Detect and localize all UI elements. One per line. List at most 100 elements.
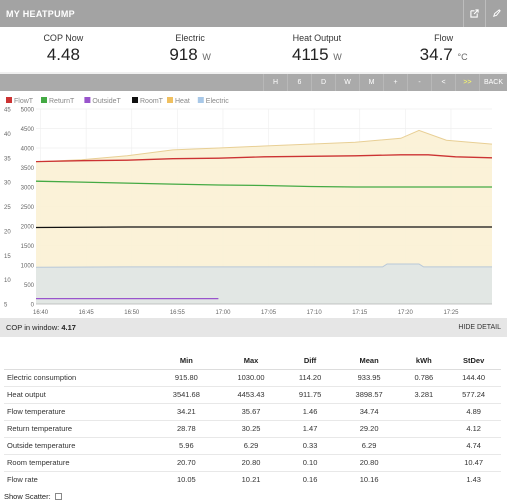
y-right-tick: 35 <box>4 156 11 162</box>
y-left-tick: 5000 <box>21 108 35 114</box>
y-right-tick: 40 <box>4 132 11 138</box>
legend-label: Heat <box>175 98 190 105</box>
y-right-tick: 25 <box>4 205 11 211</box>
table-cell <box>401 402 447 420</box>
y-right-tick: 5 <box>4 303 8 309</box>
pan-left-button[interactable]: < <box>431 74 455 91</box>
heatpump-chart[interactable]: FlowT ReturnT OutsideT RoomT Heat Electric 0 50… <box>0 91 507 317</box>
stat-heat-output: Heat Output 4115 W <box>254 27 381 72</box>
table-header-cell <box>4 352 154 370</box>
zoom-out-button[interactable]: - <box>407 74 431 91</box>
range-month-button[interactable]: M <box>359 74 383 91</box>
cop-window: COP in window: 4.17 <box>6 323 76 332</box>
stat-value: 918 W <box>169 45 211 64</box>
show-scatter-checkbox[interactable] <box>54 493 62 500</box>
y-left-tick: 500 <box>24 283 35 289</box>
external-link-icon[interactable] <box>463 0 485 27</box>
table-header-cell: kWh <box>401 352 447 370</box>
table-row: Electric consumption 915.80 1030.00 114.20 9… <box>4 368 501 386</box>
table-cell: Flow rate <box>4 470 154 488</box>
table-cell: Flow temperature <box>4 402 154 420</box>
table-cell: 6.29 <box>336 436 402 454</box>
stat-value: 34.7 °C <box>419 45 468 64</box>
table-cell: 10.21 <box>218 470 284 488</box>
table-cell: 10.47 <box>446 453 501 471</box>
y-left-tick: 2500 <box>21 205 35 211</box>
range-hour-button[interactable]: H <box>263 74 287 91</box>
stat-flow: Flow 34.7 °C <box>380 27 507 72</box>
table-cell: 0.786 <box>401 368 447 386</box>
cop-window-bar: COP in window: 4.17 HIDE DETAIL <box>0 318 507 337</box>
table-cell: 3898.57 <box>336 385 402 403</box>
x-tick: 17:10 <box>307 310 323 316</box>
table-row: Room temperature 20.70 20.80 0.10 20.80 10.47 <box>4 453 501 471</box>
range-6h-button[interactable]: 6 <box>287 74 311 91</box>
stat-label: Electric <box>175 33 205 43</box>
y-left-tick: 0 <box>31 303 35 309</box>
zoom-in-button[interactable]: + <box>383 74 407 91</box>
stat-value: 4115 W <box>291 45 342 64</box>
x-tick: 17:00 <box>215 310 231 316</box>
cop-window-value: 4.17 <box>61 323 76 332</box>
table-cell: 577.24 <box>446 385 501 403</box>
table-row: Flow temperature 34.21 35.67 1.46 34.74 4.89 <box>4 402 501 420</box>
legend-label: ReturnT <box>49 98 75 105</box>
y-right-tick: 10 <box>4 278 11 284</box>
x-tick: 16:55 <box>170 310 186 316</box>
table-cell: 4.12 <box>446 419 501 437</box>
table-cell: 911.75 <box>283 385 337 403</box>
table-cell: 144.40 <box>446 368 501 386</box>
range-day-button[interactable]: D <box>311 74 335 91</box>
table-cell: 0.16 <box>283 470 337 488</box>
table-cell: 915.80 <box>154 368 219 386</box>
x-tick: 17:15 <box>352 310 368 316</box>
x-tick: 16:45 <box>79 310 95 316</box>
table-cell: Outside temperature <box>4 436 154 454</box>
table-cell: 20.80 <box>336 453 402 471</box>
table-header-cell: Max <box>218 352 284 370</box>
edit-icon[interactable] <box>485 0 507 27</box>
y-right-tick: 45 <box>4 108 11 114</box>
table-cell: 0.33 <box>283 436 337 454</box>
table-cell: 6.29 <box>218 436 284 454</box>
table-cell: 1.43 <box>446 470 501 488</box>
table-row: Return temperature 28.78 30.25 1.47 29.20 4.1… <box>4 419 501 437</box>
table-row: Heat output 3541.68 4453.43 911.75 3898.57 3.… <box>4 385 501 403</box>
legend-label: RoomT <box>140 98 164 105</box>
y-left-tick: 4500 <box>21 127 35 133</box>
widget-title: MY HEATPUMP <box>6 8 75 19</box>
stat-electric: Electric 918 W <box>127 27 254 72</box>
stat-label: Flow <box>434 33 454 43</box>
table-cell: 933.95 <box>336 368 402 386</box>
back-button[interactable]: BACK <box>479 74 507 91</box>
table-header-cell: Min <box>154 352 219 370</box>
stat-label: Heat Output <box>292 33 342 43</box>
y-left-tick: 3000 <box>21 186 35 192</box>
table-cell: Room temperature <box>4 453 154 471</box>
table-cell: 20.80 <box>218 453 284 471</box>
table-cell: 35.67 <box>218 402 284 420</box>
cop-window-label: COP in window: <box>6 323 60 332</box>
roomt-series-line <box>35 226 492 229</box>
table-cell: 114.20 <box>283 368 337 386</box>
y-left-tick: 1000 <box>21 264 35 270</box>
table-cell: Heat output <box>4 385 154 403</box>
hide-detail-button[interactable]: HIDE DETAIL <box>458 324 501 331</box>
table-cell <box>401 419 447 437</box>
x-tick: 17:20 <box>398 310 414 316</box>
y-left-tick: 1500 <box>21 244 35 250</box>
table-cell: 4.74 <box>446 436 501 454</box>
y-right-tick: 30 <box>4 181 11 187</box>
table-cell: 34.74 <box>336 402 402 420</box>
pan-right-button[interactable]: >> <box>455 74 479 91</box>
x-tick: 17:25 <box>443 310 459 316</box>
table-cell: 29.20 <box>336 419 402 437</box>
stats-table: Min Max Diff Mean kWh StDev Electric consumpt… <box>4 352 501 488</box>
legend-swatch <box>84 97 91 103</box>
y-right-tick: 20 <box>4 229 11 235</box>
table-cell <box>401 470 447 488</box>
stats-row: COP Now 4.48 Electric 918 W Heat Output … <box>0 27 507 72</box>
legend-label: OutsideT <box>92 98 121 105</box>
table-cell: 1.46 <box>283 402 337 420</box>
range-week-button[interactable]: W <box>335 74 359 91</box>
